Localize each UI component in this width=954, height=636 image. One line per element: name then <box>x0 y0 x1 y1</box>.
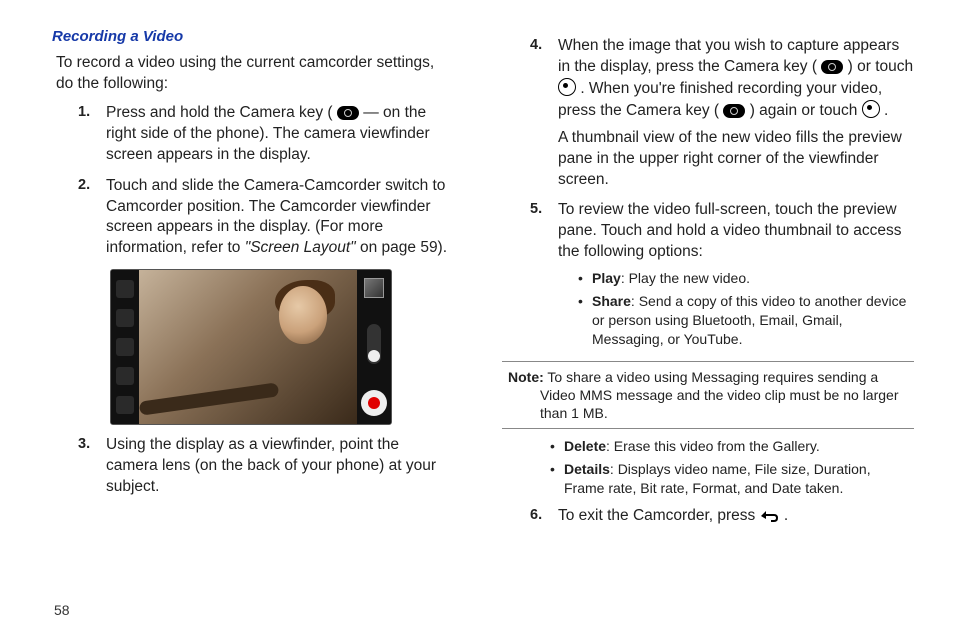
step-text: To review the video full-screen, touch t… <box>558 201 902 260</box>
page-number: 58 <box>54 602 70 618</box>
subject-face <box>279 286 327 344</box>
viewfinder-preview <box>139 270 357 424</box>
right-controls <box>357 270 391 424</box>
camera-key-icon <box>337 106 359 120</box>
step-text: . <box>784 507 788 524</box>
steps-list-right: 4. When the image that you wish to captu… <box>530 36 914 349</box>
step-number: 3. <box>78 435 90 455</box>
step-text: on page 59). <box>360 239 447 256</box>
record-circle-icon <box>862 100 880 118</box>
options-bullets-2: Delete: Erase this video from the Galler… <box>550 437 914 498</box>
bullet-details: Details: Displays video name, File size,… <box>550 460 914 498</box>
bullet-share: Share: Send a copy of this video to anot… <box>578 292 914 349</box>
bullet-delete: Delete: Erase this video from the Galler… <box>550 437 914 456</box>
step-number: 6. <box>530 506 542 526</box>
settings-icon <box>116 280 134 298</box>
steps-list-left: 1. Press and hold the Camera key ( — on … <box>78 103 452 259</box>
step-text: . <box>884 102 888 119</box>
step-text: To exit the Camcorder, press <box>558 507 760 524</box>
options-bullets: Play: Play the new video. Share: Send a … <box>578 269 914 349</box>
record-circle-icon <box>558 78 576 96</box>
bullet-label: Details <box>564 461 610 477</box>
step-number: 1. <box>78 103 90 123</box>
flash-icon <box>116 309 134 327</box>
screen-layout-ref: "Screen Layout" <box>245 239 356 256</box>
bullet-label: Delete <box>564 438 606 454</box>
step-text: Press and hold the Camera key ( <box>106 104 333 121</box>
step-5: 5. To review the video full-screen, touc… <box>530 200 914 348</box>
subject-arm <box>139 383 280 416</box>
note-box: Note: To share a video using Messaging r… <box>502 361 914 430</box>
bullet-label: Play <box>592 270 621 286</box>
resolution-icon <box>116 396 134 414</box>
camcorder-viewfinder-figure <box>110 269 392 425</box>
step-text: Using the display as a viewfinder, point… <box>106 436 436 495</box>
back-arrow-icon <box>760 509 780 523</box>
intro-text: To record a video using the current camc… <box>56 53 452 95</box>
manual-page: Recording a Video To record a video usin… <box>0 0 954 636</box>
step-number: 5. <box>530 200 542 220</box>
camera-camcorder-switch-icon <box>367 324 381 364</box>
section-heading: Recording a Video <box>52 28 452 45</box>
timer-icon <box>116 367 134 385</box>
left-controls <box>111 270 139 424</box>
bullet-text: : Send a copy of this video to another d… <box>592 293 906 347</box>
bullet-text: : Displays video name, File size, Durati… <box>564 461 871 496</box>
step-1: 1. Press and hold the Camera key ( — on … <box>78 103 452 166</box>
right-column: 4. When the image that you wish to captu… <box>482 28 914 616</box>
step-number: 2. <box>78 176 90 196</box>
bullet-label: Share <box>592 293 631 309</box>
record-button-icon <box>361 390 387 416</box>
camera-key-icon <box>821 60 843 74</box>
step-text: ) again or touch <box>750 102 862 119</box>
note-label: Note: <box>508 369 544 385</box>
step-4: 4. When the image that you wish to captu… <box>530 36 914 190</box>
steps-list-left-2: 3. Using the display as a viewfinder, po… <box>78 435 452 498</box>
steps-list-right-2: 6. To exit the Camcorder, press . <box>530 506 914 527</box>
step-number: 4. <box>530 36 542 56</box>
step-text: A thumbnail view of the new video fills … <box>558 129 902 188</box>
note-text: To share a video using Messaging require… <box>540 369 899 421</box>
step-text: ) or touch <box>848 58 913 75</box>
left-column: Recording a Video To record a video usin… <box>50 28 482 616</box>
bullet-text: : Play the new video. <box>621 270 750 286</box>
step-6: 6. To exit the Camcorder, press . <box>530 506 914 527</box>
step-2: 2. Touch and slide the Camera-Camcorder … <box>78 176 452 260</box>
step-3: 3. Using the display as a viewfinder, po… <box>78 435 452 498</box>
bullet-play: Play: Play the new video. <box>578 269 914 288</box>
exposure-icon <box>116 338 134 356</box>
gallery-thumbnail-icon <box>364 278 384 298</box>
camera-key-icon <box>723 104 745 118</box>
bullet-text: : Erase this video from the Gallery. <box>606 438 820 454</box>
